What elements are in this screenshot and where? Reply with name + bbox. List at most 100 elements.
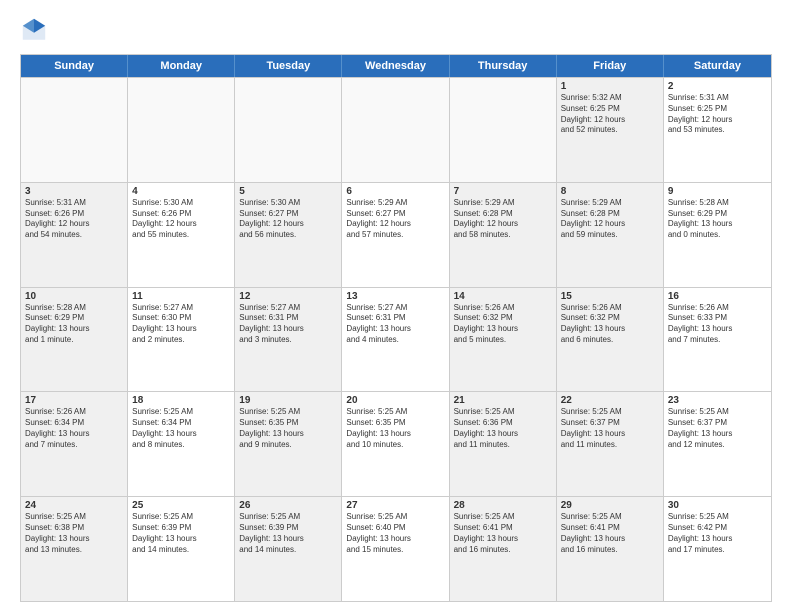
day-content: Sunrise: 5:32 AMSunset: 6:25 PMDaylight:… bbox=[561, 93, 659, 136]
day-number: 30 bbox=[668, 500, 767, 511]
day-cell-9: 9Sunrise: 5:28 AMSunset: 6:29 PMDaylight… bbox=[664, 183, 771, 287]
day-number: 2 bbox=[668, 81, 767, 92]
day-cell-13: 13Sunrise: 5:27 AMSunset: 6:31 PMDayligh… bbox=[342, 288, 449, 392]
day-cell-30: 30Sunrise: 5:25 AMSunset: 6:42 PMDayligh… bbox=[664, 497, 771, 601]
day-number: 24 bbox=[25, 500, 123, 511]
day-number: 5 bbox=[239, 186, 337, 197]
day-cell-3: 3Sunrise: 5:31 AMSunset: 6:26 PMDaylight… bbox=[21, 183, 128, 287]
day-cell-24: 24Sunrise: 5:25 AMSunset: 6:38 PMDayligh… bbox=[21, 497, 128, 601]
day-number: 6 bbox=[346, 186, 444, 197]
day-content: Sunrise: 5:29 AMSunset: 6:28 PMDaylight:… bbox=[454, 198, 552, 241]
day-cell-4: 4Sunrise: 5:30 AMSunset: 6:26 PMDaylight… bbox=[128, 183, 235, 287]
day-number: 3 bbox=[25, 186, 123, 197]
day-content: Sunrise: 5:27 AMSunset: 6:31 PMDaylight:… bbox=[346, 303, 444, 346]
day-number: 26 bbox=[239, 500, 337, 511]
day-number: 27 bbox=[346, 500, 444, 511]
day-number: 28 bbox=[454, 500, 552, 511]
day-content: Sunrise: 5:31 AMSunset: 6:26 PMDaylight:… bbox=[25, 198, 123, 241]
day-content: Sunrise: 5:25 AMSunset: 6:40 PMDaylight:… bbox=[346, 512, 444, 555]
day-cell-16: 16Sunrise: 5:26 AMSunset: 6:33 PMDayligh… bbox=[664, 288, 771, 392]
day-number: 23 bbox=[668, 395, 767, 406]
day-number: 17 bbox=[25, 395, 123, 406]
header-day-tuesday: Tuesday bbox=[235, 55, 342, 77]
day-content: Sunrise: 5:25 AMSunset: 6:34 PMDaylight:… bbox=[132, 407, 230, 450]
day-number: 1 bbox=[561, 81, 659, 92]
day-cell-25: 25Sunrise: 5:25 AMSunset: 6:39 PMDayligh… bbox=[128, 497, 235, 601]
day-content: Sunrise: 5:26 AMSunset: 6:34 PMDaylight:… bbox=[25, 407, 123, 450]
day-number: 11 bbox=[132, 291, 230, 302]
day-number: 20 bbox=[346, 395, 444, 406]
day-number: 15 bbox=[561, 291, 659, 302]
day-number: 9 bbox=[668, 186, 767, 197]
day-number: 10 bbox=[25, 291, 123, 302]
day-cell-23: 23Sunrise: 5:25 AMSunset: 6:37 PMDayligh… bbox=[664, 392, 771, 496]
day-cell-8: 8Sunrise: 5:29 AMSunset: 6:28 PMDaylight… bbox=[557, 183, 664, 287]
calendar-row-3: 10Sunrise: 5:28 AMSunset: 6:29 PMDayligh… bbox=[21, 287, 771, 392]
day-content: Sunrise: 5:25 AMSunset: 6:39 PMDaylight:… bbox=[132, 512, 230, 555]
day-content: Sunrise: 5:26 AMSunset: 6:32 PMDaylight:… bbox=[561, 303, 659, 346]
empty-cell-0-1 bbox=[128, 78, 235, 182]
day-content: Sunrise: 5:26 AMSunset: 6:32 PMDaylight:… bbox=[454, 303, 552, 346]
empty-cell-0-3 bbox=[342, 78, 449, 182]
day-cell-18: 18Sunrise: 5:25 AMSunset: 6:34 PMDayligh… bbox=[128, 392, 235, 496]
day-cell-14: 14Sunrise: 5:26 AMSunset: 6:32 PMDayligh… bbox=[450, 288, 557, 392]
header-day-monday: Monday bbox=[128, 55, 235, 77]
day-content: Sunrise: 5:25 AMSunset: 6:38 PMDaylight:… bbox=[25, 512, 123, 555]
day-cell-22: 22Sunrise: 5:25 AMSunset: 6:37 PMDayligh… bbox=[557, 392, 664, 496]
day-content: Sunrise: 5:25 AMSunset: 6:41 PMDaylight:… bbox=[454, 512, 552, 555]
logo-icon bbox=[20, 16, 48, 44]
day-content: Sunrise: 5:25 AMSunset: 6:35 PMDaylight:… bbox=[346, 407, 444, 450]
day-number: 4 bbox=[132, 186, 230, 197]
header-day-wednesday: Wednesday bbox=[342, 55, 449, 77]
day-content: Sunrise: 5:25 AMSunset: 6:41 PMDaylight:… bbox=[561, 512, 659, 555]
day-content: Sunrise: 5:28 AMSunset: 6:29 PMDaylight:… bbox=[668, 198, 767, 241]
calendar-row-1: 1Sunrise: 5:32 AMSunset: 6:25 PMDaylight… bbox=[21, 77, 771, 182]
day-number: 19 bbox=[239, 395, 337, 406]
day-content: Sunrise: 5:25 AMSunset: 6:37 PMDaylight:… bbox=[668, 407, 767, 450]
day-number: 14 bbox=[454, 291, 552, 302]
day-cell-27: 27Sunrise: 5:25 AMSunset: 6:40 PMDayligh… bbox=[342, 497, 449, 601]
day-number: 8 bbox=[561, 186, 659, 197]
day-number: 7 bbox=[454, 186, 552, 197]
day-number: 16 bbox=[668, 291, 767, 302]
empty-cell-0-2 bbox=[235, 78, 342, 182]
day-cell-26: 26Sunrise: 5:25 AMSunset: 6:39 PMDayligh… bbox=[235, 497, 342, 601]
empty-cell-0-4 bbox=[450, 78, 557, 182]
day-content: Sunrise: 5:25 AMSunset: 6:37 PMDaylight:… bbox=[561, 407, 659, 450]
header-day-thursday: Thursday bbox=[450, 55, 557, 77]
day-content: Sunrise: 5:27 AMSunset: 6:30 PMDaylight:… bbox=[132, 303, 230, 346]
day-cell-1: 1Sunrise: 5:32 AMSunset: 6:25 PMDaylight… bbox=[557, 78, 664, 182]
day-number: 25 bbox=[132, 500, 230, 511]
header-day-sunday: Sunday bbox=[21, 55, 128, 77]
day-cell-17: 17Sunrise: 5:26 AMSunset: 6:34 PMDayligh… bbox=[21, 392, 128, 496]
calendar-body: 1Sunrise: 5:32 AMSunset: 6:25 PMDaylight… bbox=[21, 77, 771, 601]
day-number: 12 bbox=[239, 291, 337, 302]
day-number: 22 bbox=[561, 395, 659, 406]
day-cell-5: 5Sunrise: 5:30 AMSunset: 6:27 PMDaylight… bbox=[235, 183, 342, 287]
empty-cell-0-0 bbox=[21, 78, 128, 182]
day-content: Sunrise: 5:30 AMSunset: 6:27 PMDaylight:… bbox=[239, 198, 337, 241]
page: SundayMondayTuesdayWednesdayThursdayFrid… bbox=[0, 0, 792, 612]
day-number: 29 bbox=[561, 500, 659, 511]
day-content: Sunrise: 5:28 AMSunset: 6:29 PMDaylight:… bbox=[25, 303, 123, 346]
day-content: Sunrise: 5:25 AMSunset: 6:39 PMDaylight:… bbox=[239, 512, 337, 555]
day-cell-21: 21Sunrise: 5:25 AMSunset: 6:36 PMDayligh… bbox=[450, 392, 557, 496]
day-content: Sunrise: 5:25 AMSunset: 6:36 PMDaylight:… bbox=[454, 407, 552, 450]
day-number: 13 bbox=[346, 291, 444, 302]
day-content: Sunrise: 5:26 AMSunset: 6:33 PMDaylight:… bbox=[668, 303, 767, 346]
day-content: Sunrise: 5:27 AMSunset: 6:31 PMDaylight:… bbox=[239, 303, 337, 346]
day-number: 21 bbox=[454, 395, 552, 406]
calendar-header: SundayMondayTuesdayWednesdayThursdayFrid… bbox=[21, 55, 771, 77]
day-cell-12: 12Sunrise: 5:27 AMSunset: 6:31 PMDayligh… bbox=[235, 288, 342, 392]
header-day-friday: Friday bbox=[557, 55, 664, 77]
day-content: Sunrise: 5:31 AMSunset: 6:25 PMDaylight:… bbox=[668, 93, 767, 136]
day-number: 18 bbox=[132, 395, 230, 406]
calendar-row-4: 17Sunrise: 5:26 AMSunset: 6:34 PMDayligh… bbox=[21, 391, 771, 496]
day-content: Sunrise: 5:25 AMSunset: 6:42 PMDaylight:… bbox=[668, 512, 767, 555]
day-cell-20: 20Sunrise: 5:25 AMSunset: 6:35 PMDayligh… bbox=[342, 392, 449, 496]
day-cell-29: 29Sunrise: 5:25 AMSunset: 6:41 PMDayligh… bbox=[557, 497, 664, 601]
day-cell-6: 6Sunrise: 5:29 AMSunset: 6:27 PMDaylight… bbox=[342, 183, 449, 287]
day-cell-11: 11Sunrise: 5:27 AMSunset: 6:30 PMDayligh… bbox=[128, 288, 235, 392]
calendar-row-2: 3Sunrise: 5:31 AMSunset: 6:26 PMDaylight… bbox=[21, 182, 771, 287]
day-cell-15: 15Sunrise: 5:26 AMSunset: 6:32 PMDayligh… bbox=[557, 288, 664, 392]
